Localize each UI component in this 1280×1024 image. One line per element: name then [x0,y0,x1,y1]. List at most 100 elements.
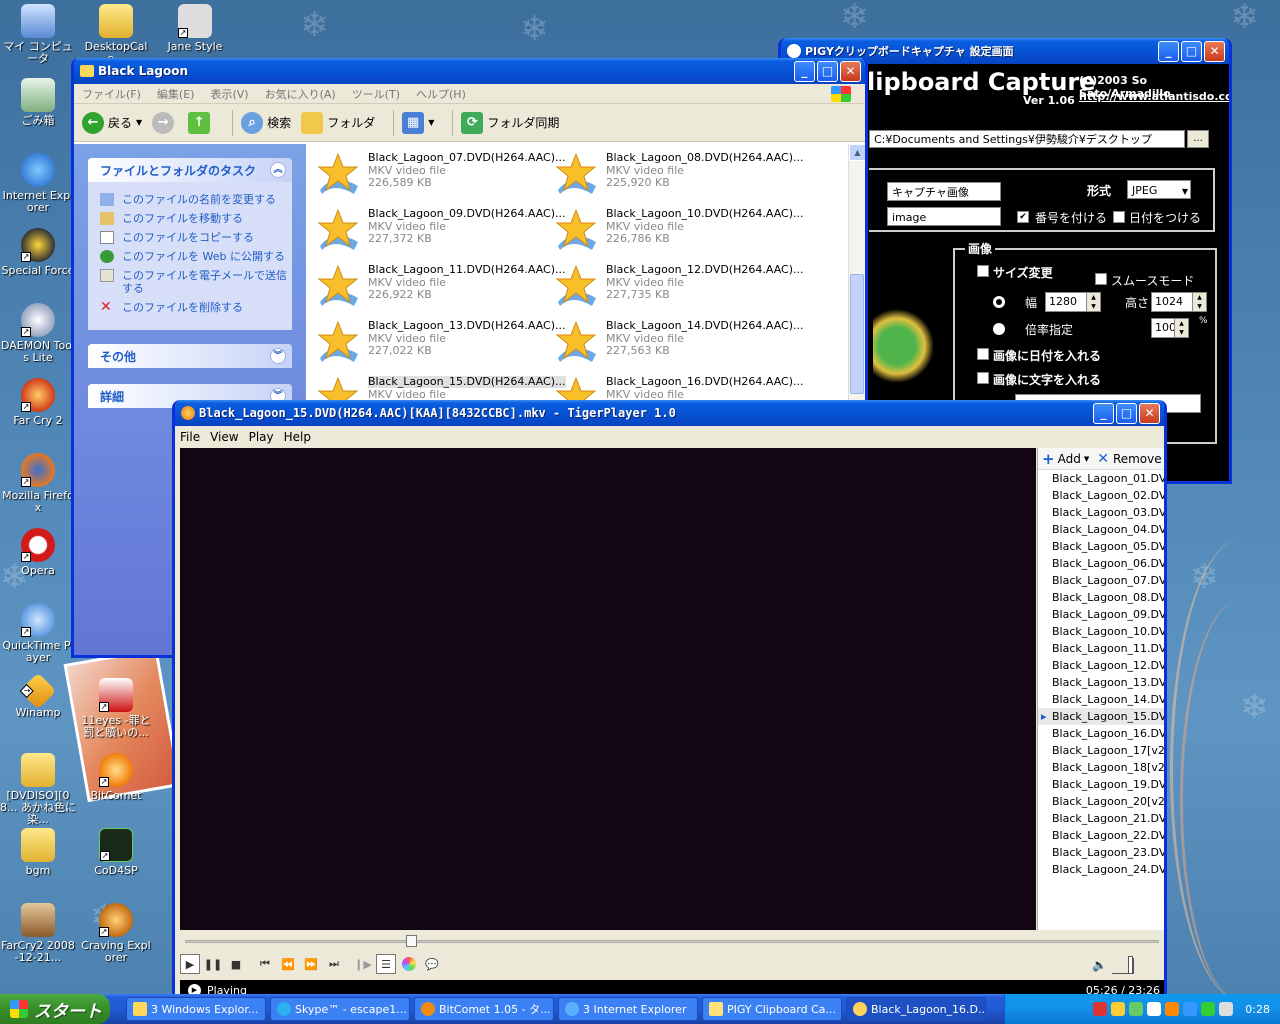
stop-button[interactable]: ■ [226,954,246,974]
subtitle-icon[interactable]: 💬 [422,954,442,974]
minimize-button[interactable]: _ [1093,402,1114,424]
add-date-checkbox[interactable] [977,348,989,360]
taskbar-item-bitcomet[interactable]: BitComet 1.05 - タ... [414,997,554,1021]
playlist-item[interactable]: Black_Lagoon_21.DV... [1038,810,1164,827]
file-item[interactable]: Black_Lagoon_14.DVD(H264.AAC)... MKV vide… [548,316,804,370]
close-button[interactable]: ✕ [1204,40,1225,62]
homepage-link[interactable]: http://www.atlantisdo.com [1079,90,1229,103]
task-rename[interactable]: このファイルの名前を変更する [88,190,292,209]
menu-file[interactable]: ファイル(F) [74,86,149,102]
tray-icon[interactable] [1183,1002,1198,1016]
add-icon[interactable]: + [1042,450,1055,468]
other-places-header[interactable]: その他 ︾ [88,344,292,368]
desktop-icon-craving-explorer[interactable]: ↗ Craving Explorer [78,903,154,964]
frame-step-button[interactable]: ❙▶ [353,954,373,974]
playlist-item[interactable]: Black_Lagoon_10.DV... [1038,623,1164,640]
playlist-item[interactable]: Black_Lagoon_13.DV... [1038,674,1164,691]
start-button[interactable]: スタート [0,994,110,1024]
video-display[interactable] [180,448,1036,930]
menu-tools[interactable]: ツール(T) [344,86,408,102]
playlist-item[interactable]: Black_Lagoon_04.DV... [1038,521,1164,538]
play-button[interactable]: ▶ [180,954,200,974]
resize-checkbox[interactable] [977,265,989,277]
playlist-item[interactable]: Black_Lagoon_01.DV... [1038,470,1164,487]
tray-icon[interactable] [1111,1002,1126,1016]
desktop-icon-winamp[interactable]: ↗ Winamp [0,672,76,719]
previous-track-button[interactable]: ⏮ [255,954,275,974]
desktop-icon-recycle-bin[interactable]: ごみ箱 [0,78,76,127]
tray-icon[interactable] [1165,1002,1180,1016]
desktop-icon-desktopcale[interactable]: DesktopCale... [78,4,154,65]
playlist-item[interactable]: Black_Lagoon_14.DV... [1038,691,1164,708]
taskbar-item-internet-explorer[interactable]: 3 Internet Explorer [558,997,698,1021]
file-item[interactable]: Black_Lagoon_10.DVD(H264.AAC)... MKV vide… [548,204,804,258]
playlist-item[interactable]: Black_Lagoon_23.DV... [1038,844,1164,861]
desktop-icon-quicktime[interactable]: ↗ QuickTime Player [0,603,76,664]
smooth-mode-checkbox[interactable] [1095,273,1107,285]
task-move[interactable]: このファイルを移動する [88,209,292,228]
playlist-item[interactable]: Black_Lagoon_20[v2]... [1038,793,1164,810]
tray-icon[interactable] [1093,1002,1108,1016]
file-item[interactable]: Black_Lagoon_08.DVD(H264.AAC)... MKV vide… [548,148,804,202]
desktop-icon-bgm-folder[interactable]: bgm [0,828,76,877]
maximize-button[interactable]: □ [1116,402,1137,424]
desktop-icon-internet-explorer[interactable]: Internet Explorer [0,153,76,214]
desktop-icon-11eyes[interactable]: ↗ 11eyes -罪と罰と贖いの... [78,678,154,739]
rewind-button[interactable]: ⏪ [278,954,298,974]
scroll-up-icon[interactable]: ▲ [849,144,865,161]
playlist-item[interactable]: Black_Lagoon_03.DV... [1038,504,1164,521]
remove-button[interactable]: Remove [1113,452,1162,466]
playlist-item[interactable]: Black_Lagoon_11.DV... [1038,640,1164,657]
playlist-item[interactable]: Black_Lagoon_06.DV... [1038,555,1164,572]
desktop-icon-my-computer[interactable]: マイ コンピュータ [0,4,76,65]
desktop-icon-farcry2-video[interactable]: FarCry2 2008-12-21... [0,903,76,964]
file-item[interactable]: Black_Lagoon_13.DVD(H264.AAC)... MKV vide… [310,316,566,370]
desktop-icon-bitcomet[interactable]: ↗ BitComet [78,753,154,802]
menu-play[interactable]: Play [244,430,279,444]
task-delete[interactable]: ✕ このファイルを削除する [88,298,292,317]
file-item[interactable]: Black_Lagoon_09.DVD(H264.AAC)... MKV vide… [310,204,566,258]
file-item[interactable]: Black_Lagoon_12.DVD(H264.AAC)... MKV vide… [548,260,804,314]
playlist-toggle-button[interactable]: ☰ [376,954,396,974]
remove-icon[interactable]: ✕ [1097,451,1109,467]
playlist-item[interactable]: Black_Lagoon_02.DV... [1038,487,1164,504]
task-publish-web[interactable]: このファイルを Web に公開する [88,247,292,266]
menu-help[interactable]: Help [279,430,316,444]
file-item[interactable]: Black_Lagoon_07.DVD(H264.AAC)... MKV vide… [310,148,566,202]
playlist-item[interactable]: Black_Lagoon_19.DV... [1038,776,1164,793]
ratio-radio[interactable] [993,323,1005,335]
tiger-player-titlebar[interactable]: Black_Lagoon_15.DVD(H264.AAC)[KAA][8432C… [175,400,1164,426]
taskbar-item-explorer[interactable]: 3 Windows Explor... [126,997,266,1021]
numbering-checkbox[interactable]: ✔ [1017,211,1029,223]
explorer-titlebar[interactable]: Black Lagoon _ □ ✕ [74,58,865,84]
ratio-stepper[interactable]: 100 ▲ ▼ [1151,318,1189,338]
task-email[interactable]: このファイルを電子メールで送信する [88,266,292,298]
desktop-icon-opera[interactable]: ↗ Opera [0,528,76,577]
playlist-item[interactable]: Black_Lagoon_07.DV... [1038,572,1164,589]
add-button[interactable]: Add [1058,452,1081,466]
desktop-icon-firefox[interactable]: ↗ Mozilla Firefox [0,453,76,514]
clock[interactable]: 0:28 [1245,1003,1270,1016]
format-select[interactable]: JPEG ▼ [1127,180,1191,199]
desktop-icon-jane-style[interactable]: ↗ Jane Style [157,4,233,53]
desktop-icon-daemon-tools[interactable]: ↗ DAEMON Tools Lite [0,303,76,364]
desktop-icon-dvdiso-folder[interactable]: [DVDISO][08... あかね色に染... [0,753,76,826]
maximize-button[interactable]: □ [1181,40,1202,62]
playlist-item[interactable]: Black_Lagoon_18[v2]... [1038,759,1164,776]
next-track-button[interactable]: ⏭ [324,954,344,974]
taskbar-item-skype[interactable]: Skype™ - escape1... [270,997,410,1021]
volume-control[interactable]: 🔈 [1092,956,1134,976]
folder-sync-button[interactable]: ⟳ フォルダ同期 [461,111,559,134]
playlist-item[interactable]: Black_Lagoon_16.DV... [1038,725,1164,742]
folder-name-field[interactable]: キャプチャ画像 [887,182,1001,201]
menu-edit[interactable]: 編集(E) [149,86,203,102]
seek-bar[interactable] [185,940,1159,943]
network-icon[interactable] [1201,1002,1216,1016]
height-stepper[interactable]: 1024 ▲ ▼ [1151,292,1207,312]
playlist-item[interactable]: Black_Lagoon_05.DV... [1038,538,1164,555]
browse-button[interactable]: ... [1187,130,1209,148]
desktop-icon-cod4sp[interactable]: ↗ CoD4SP [78,828,154,877]
playlist-item[interactable]: Black_Lagoon_22.DV... [1038,827,1164,844]
task-copy[interactable]: このファイルをコピーする [88,228,292,247]
date-checkbox[interactable] [1113,211,1125,223]
